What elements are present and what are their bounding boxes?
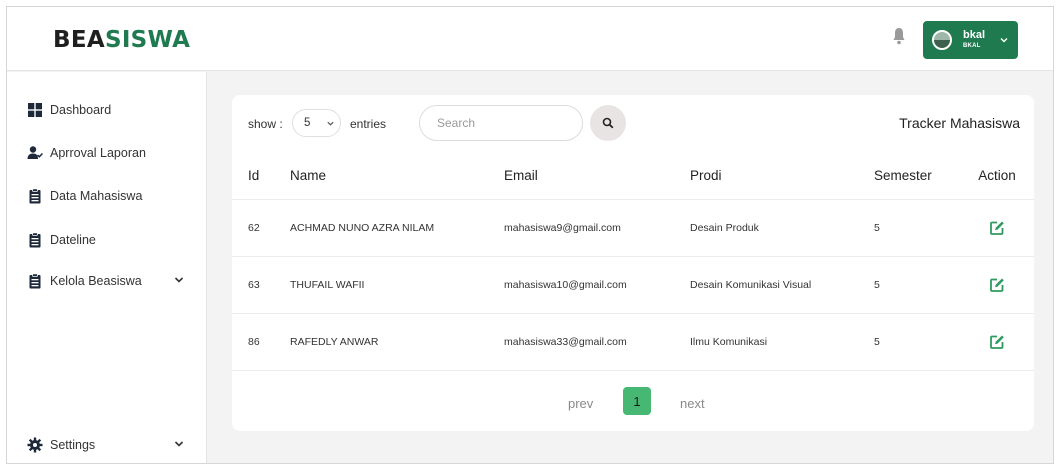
entries-label: entries — [350, 117, 387, 131]
column-header-prodi[interactable]: Prodi — [674, 153, 858, 200]
cell-action — [960, 256, 1034, 314]
chevron-down-icon — [174, 441, 184, 447]
sidebar: Dashboard Aprroval Laporan Data Mahasisw… — [7, 72, 207, 463]
show-label: show : — [248, 117, 283, 131]
table-row: 63 THUFAIL WAFII mahasiswa10@gmail.com D… — [232, 256, 1034, 314]
mahasiswa-table: Id Name Email Prodi Semester Action 62 A… — [232, 153, 1034, 371]
cell-email: mahasiswa9@gmail.com — [488, 199, 674, 257]
column-header-name[interactable]: Name — [274, 153, 488, 200]
search-icon — [602, 117, 614, 129]
sidebar-item-label: Kelola Beasiswa — [50, 274, 142, 288]
table-row: 62 ACHMAD NUNO AZRA NILAM mahasiswa9@gma… — [232, 199, 1034, 257]
cell-name: RAFEDLY ANWAR — [274, 313, 488, 371]
clipboard-icon — [29, 232, 41, 248]
search-button[interactable] — [590, 105, 626, 141]
next-page-link[interactable]: next — [680, 396, 705, 411]
clipboard-icon — [29, 273, 41, 289]
grid-icon — [28, 103, 42, 117]
table-header-row: Id Name Email Prodi Semester Action — [232, 153, 1034, 200]
sidebar-item-dashboard[interactable]: Dashboard — [27, 99, 197, 121]
cell-action — [960, 199, 1034, 257]
cell-id: 86 — [232, 313, 274, 371]
app-frame: BEASISWA bkal BKAL Dashboard Aprroval La… — [6, 6, 1054, 464]
cell-id: 62 — [232, 199, 274, 257]
sidebar-item-dateline[interactable]: Dateline — [27, 229, 197, 251]
cell-name: THUFAIL WAFII — [274, 256, 488, 314]
sidebar-item-kelola-beasiswa[interactable]: Kelola Beasiswa — [27, 270, 197, 292]
cell-semester: 5 — [858, 199, 960, 257]
column-header-semester[interactable]: Semester — [858, 153, 960, 200]
edit-icon[interactable] — [989, 277, 1005, 293]
sidebar-item-settings[interactable]: Settings — [27, 434, 197, 456]
entries-select[interactable]: 5 — [292, 109, 341, 137]
cell-prodi: Desain Komunikasi Visual — [674, 256, 858, 314]
sidebar-item-label: Data Mahasiswa — [50, 189, 143, 203]
logo-text-accent: SISWA — [104, 27, 191, 53]
user-menu-button[interactable]: bkal BKAL — [923, 21, 1018, 59]
edit-icon[interactable] — [989, 334, 1005, 350]
column-header-action: Action — [960, 153, 1034, 200]
cell-semester: 5 — [858, 313, 960, 371]
clipboard-icon — [29, 188, 41, 204]
cell-prodi: Ilmu Komunikasi — [674, 313, 858, 371]
table-row: 86 RAFEDLY ANWAR mahasiswa33@gmail.com I… — [232, 313, 1034, 371]
app-logo[interactable]: BEASISWA — [53, 27, 190, 53]
pagination: prev 1 next — [232, 382, 1034, 418]
chevron-down-icon — [1000, 38, 1008, 43]
column-header-id[interactable]: Id — [232, 153, 274, 200]
gear-icon — [27, 437, 43, 453]
top-header: BEASISWA bkal BKAL — [7, 7, 1053, 71]
sidebar-item-label: Aprroval Laporan — [50, 146, 146, 160]
avatar — [932, 30, 952, 50]
cell-semester: 5 — [858, 256, 960, 314]
sidebar-item-approval-laporan[interactable]: Aprroval Laporan — [27, 142, 197, 164]
user-name: bkal — [963, 29, 986, 41]
cell-prodi: Desain Produk — [674, 199, 858, 257]
sidebar-item-label: Dashboard — [50, 103, 112, 117]
user-role: BKAL — [963, 43, 981, 49]
bell-icon[interactable] — [892, 27, 906, 45]
cell-email: mahasiswa10@gmail.com — [488, 256, 674, 314]
sidebar-item-label: Settings — [50, 438, 96, 452]
tracker-card: show : 5 entries Tracker Mahasiswa — [232, 95, 1034, 431]
column-header-email[interactable]: Email — [488, 153, 674, 200]
page-title: Tracker Mahasiswa — [899, 115, 1020, 131]
cell-email: mahasiswa33@gmail.com — [488, 313, 674, 371]
logo-text-dark: BEA — [53, 27, 105, 53]
prev-page-link[interactable]: prev — [568, 396, 593, 411]
cell-action — [960, 313, 1034, 371]
edit-icon[interactable] — [989, 220, 1005, 236]
cell-name: ACHMAD NUNO AZRA NILAM — [274, 199, 488, 257]
chevron-down-icon — [327, 121, 334, 126]
entries-select-value: 5 — [304, 117, 311, 129]
user-check-icon — [27, 146, 43, 159]
page-button-1[interactable]: 1 — [623, 387, 651, 415]
cell-id: 63 — [232, 256, 274, 314]
sidebar-item-data-mahasiswa[interactable]: Data Mahasiswa — [27, 185, 197, 207]
sidebar-item-label: Dateline — [50, 233, 96, 247]
search-input[interactable] — [419, 105, 583, 141]
chevron-down-icon — [174, 277, 184, 283]
